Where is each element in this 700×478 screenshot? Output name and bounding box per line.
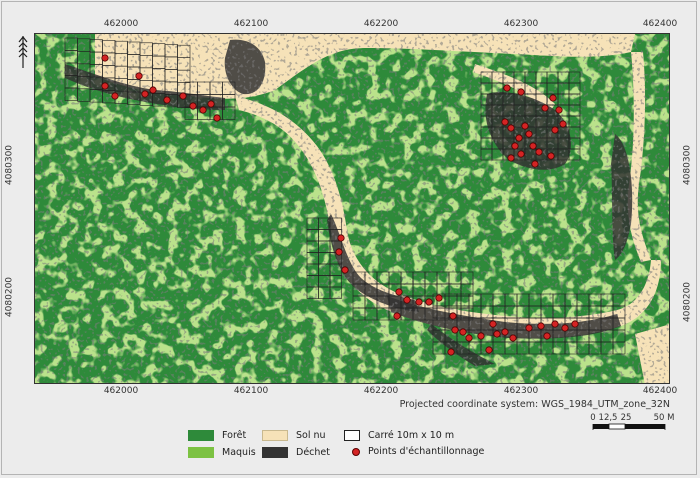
sampling-point[interactable] bbox=[535, 148, 543, 156]
scale-bar bbox=[592, 423, 666, 430]
sampling-point[interactable] bbox=[517, 150, 525, 158]
map-canvas[interactable] bbox=[34, 33, 670, 384]
sampling-point[interactable] bbox=[135, 72, 143, 80]
sampling-point[interactable] bbox=[189, 102, 197, 110]
sampling-point[interactable] bbox=[393, 312, 401, 320]
sampling-point[interactable] bbox=[435, 294, 443, 302]
sampling-point[interactable] bbox=[551, 126, 559, 134]
legend-swatch-sol-nu bbox=[262, 430, 288, 441]
legend-item-points: Points d'échantillonnage bbox=[348, 446, 484, 457]
sampling-point[interactable] bbox=[149, 86, 157, 94]
sampling-point[interactable] bbox=[341, 266, 349, 274]
legend-label-points: Points d'échantillonnage bbox=[368, 446, 485, 457]
sampling-point[interactable] bbox=[541, 104, 549, 112]
sampling-point[interactable] bbox=[111, 92, 119, 100]
sampling-point[interactable] bbox=[511, 142, 519, 150]
legend-label-foret: Forêt bbox=[222, 430, 247, 441]
sampling-point[interactable] bbox=[451, 326, 459, 334]
legend-label-sol-nu: Sol nu bbox=[296, 430, 326, 441]
sampling-point[interactable] bbox=[501, 328, 509, 336]
sampling-point[interactable] bbox=[449, 312, 457, 320]
sampling-point[interactable] bbox=[141, 90, 149, 98]
sampling-point[interactable] bbox=[559, 120, 567, 128]
legend-label-maquis: Maquis bbox=[222, 447, 256, 458]
sampling-point[interactable] bbox=[507, 124, 515, 132]
sampling-point[interactable] bbox=[571, 320, 579, 328]
sampling-point[interactable] bbox=[179, 92, 187, 100]
sampling-point[interactable] bbox=[199, 106, 207, 114]
sampling-point[interactable] bbox=[213, 114, 221, 122]
sampling-point[interactable] bbox=[489, 320, 497, 328]
sampling-point[interactable] bbox=[337, 234, 345, 242]
legend-swatch-dechet bbox=[262, 447, 288, 458]
sampling-point[interactable] bbox=[543, 332, 551, 340]
sampling-point[interactable] bbox=[507, 154, 515, 162]
sampling-point[interactable] bbox=[207, 100, 215, 108]
legend-item-carre: Carré 10m x 10 m bbox=[344, 430, 454, 441]
y-tick-left-4080200: 4080200 bbox=[4, 276, 15, 318]
legend-swatch-foret bbox=[188, 430, 214, 441]
sampling-point[interactable] bbox=[537, 322, 545, 330]
sampling-point[interactable] bbox=[555, 106, 563, 114]
sampling-point[interactable] bbox=[561, 324, 569, 332]
sampling-point[interactable] bbox=[477, 332, 485, 340]
sampling-point[interactable] bbox=[425, 298, 433, 306]
sampling-point[interactable] bbox=[335, 248, 343, 256]
y-tick-right-4080200: 4080200 bbox=[682, 281, 693, 323]
legend-swatch-carre bbox=[344, 430, 360, 441]
legend-item-maquis: Maquis bbox=[188, 447, 256, 458]
sampling-point[interactable] bbox=[531, 160, 539, 168]
sampling-point[interactable] bbox=[415, 298, 423, 306]
sampling-point[interactable] bbox=[525, 130, 533, 138]
sampling-point[interactable] bbox=[549, 94, 557, 102]
sampling-point[interactable] bbox=[493, 330, 501, 338]
sampling-point[interactable] bbox=[547, 152, 555, 160]
x-tick-bottom-462400: 462400 bbox=[642, 386, 678, 396]
sampling-point[interactable] bbox=[515, 134, 523, 142]
x-tick-bottom-462100: 462100 bbox=[233, 386, 269, 396]
x-tick-top-462000: 462000 bbox=[103, 19, 139, 29]
sampling-point[interactable] bbox=[459, 328, 467, 336]
x-tick-top-462100: 462100 bbox=[233, 19, 269, 29]
sampling-point[interactable] bbox=[551, 320, 559, 328]
sampling-point[interactable] bbox=[101, 54, 109, 62]
x-tick-bottom-462000: 462000 bbox=[103, 386, 139, 396]
sampling-point[interactable] bbox=[403, 296, 411, 304]
sampling-point-icon bbox=[352, 447, 360, 456]
north-arrow-icon bbox=[18, 36, 28, 68]
legend-item-sol-nu: Sol nu bbox=[262, 430, 326, 441]
coordinate-system-label: Projected coordinate system: WGS_1984_UT… bbox=[399, 399, 670, 410]
y-tick-left-4080300: 4080300 bbox=[4, 144, 15, 186]
x-tick-top-462300: 462300 bbox=[503, 19, 539, 29]
sampling-point[interactable] bbox=[465, 334, 473, 342]
legend-label-carre: Carré 10m x 10 m bbox=[368, 430, 455, 441]
sampling-point[interactable] bbox=[521, 122, 529, 130]
sampling-point[interactable] bbox=[529, 142, 537, 150]
sampling-point[interactable] bbox=[395, 288, 403, 296]
legend-item-dechet: Déchet bbox=[262, 447, 330, 458]
sampling-point[interactable] bbox=[503, 84, 511, 92]
waste-speckle bbox=[35, 34, 669, 383]
sampling-point[interactable] bbox=[517, 88, 525, 96]
legend-swatch-maquis bbox=[188, 447, 214, 458]
x-tick-top-462400: 462400 bbox=[642, 19, 678, 29]
legend-label-dechet: Déchet bbox=[296, 447, 330, 458]
sampling-point[interactable] bbox=[485, 346, 493, 354]
y-tick-right-4080300: 4080300 bbox=[682, 144, 693, 186]
sampling-point[interactable] bbox=[501, 118, 509, 126]
x-tick-top-462200: 462200 bbox=[363, 19, 399, 29]
land-cover-map bbox=[35, 34, 669, 383]
sampling-point[interactable] bbox=[509, 334, 517, 342]
sampling-point[interactable] bbox=[447, 348, 455, 356]
legend-item-foret: Forêt bbox=[188, 430, 246, 441]
x-tick-bottom-462200: 462200 bbox=[363, 386, 399, 396]
sampling-point[interactable] bbox=[163, 96, 171, 104]
sampling-point[interactable] bbox=[101, 82, 109, 90]
sampling-point[interactable] bbox=[525, 324, 533, 332]
legend: Forêt Maquis Sol nu Déchet Carré 10m x 1… bbox=[188, 427, 528, 471]
x-tick-bottom-462300: 462300 bbox=[503, 386, 539, 396]
